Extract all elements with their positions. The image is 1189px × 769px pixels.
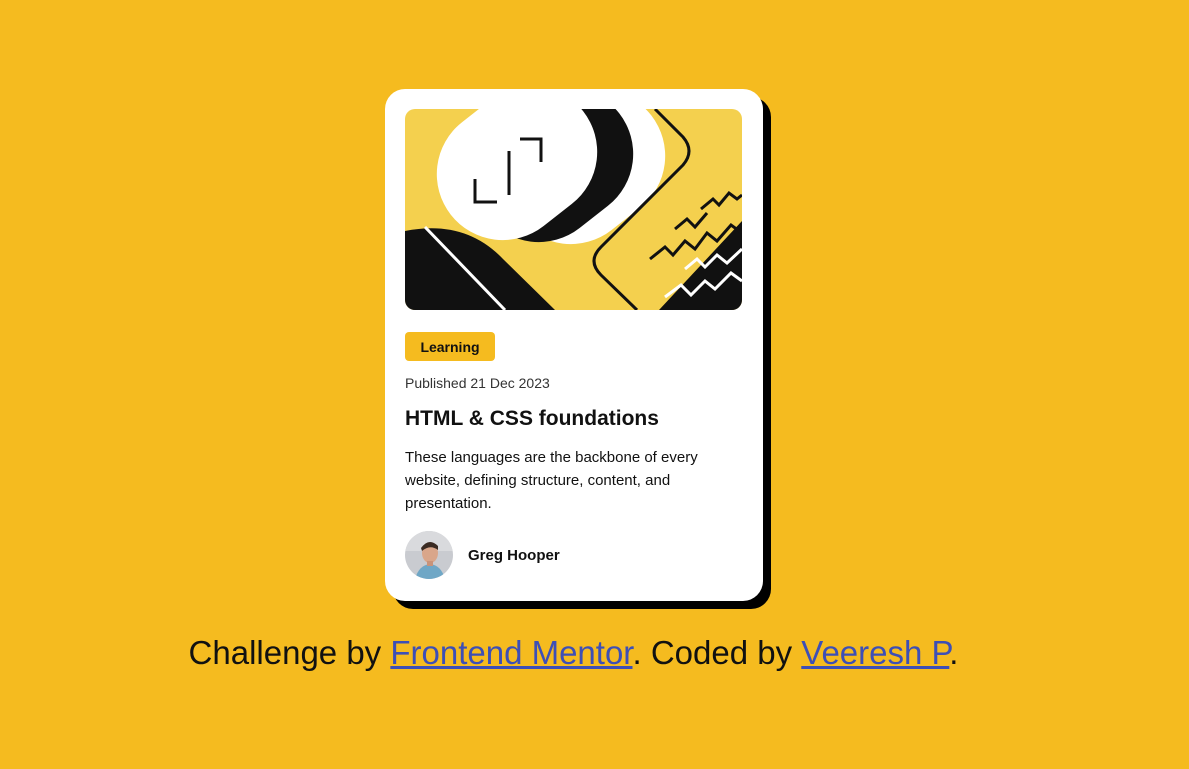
frontend-mentor-link[interactable]: Frontend Mentor [390, 634, 632, 671]
attribution-prefix: Challenge by [188, 634, 391, 671]
author-block: Greg Hooper [405, 531, 560, 579]
attribution-middle: . Coded by [632, 634, 802, 671]
hero-illustration [405, 109, 742, 310]
published-date: Published 21 Dec 2023 [405, 375, 550, 391]
author-name: Greg Hooper [468, 546, 560, 564]
attribution: Challenge by Frontend Mentor. Coded by V… [0, 634, 1147, 672]
category-tag: Learning [405, 332, 495, 361]
avatar [405, 531, 453, 579]
attribution-suffix: . [949, 634, 959, 671]
card-title[interactable]: HTML & CSS foundations [405, 407, 659, 431]
blog-preview-card: Learning Published 21 Dec 2023 HTML & CS… [385, 89, 763, 601]
author-link[interactable]: Veeresh P [801, 634, 949, 671]
card-description: These languages are the backbone of ever… [405, 449, 698, 512]
